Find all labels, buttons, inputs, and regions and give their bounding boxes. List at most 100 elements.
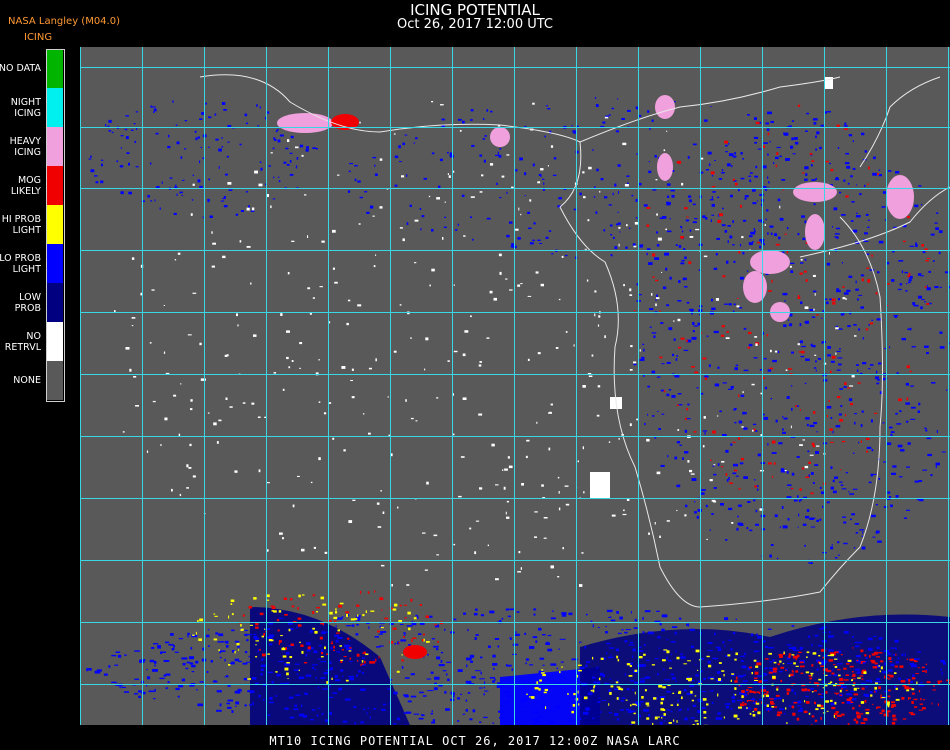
lo-prob-light-cell: [620, 709, 624, 711]
no-retrieval-cell: [654, 522, 656, 525]
lo-prob-light-cell: [873, 156, 876, 160]
no-retrieval-cell: [250, 282, 252, 285]
no-retrieval-cell: [591, 354, 594, 357]
lo-prob-light-cell: [776, 557, 779, 560]
lo-prob-light-cell: [347, 190, 351, 193]
lo-prob-light-cell: [856, 184, 858, 186]
lo-prob-light-cell: [652, 415, 655, 417]
lo-prob-light-cell: [786, 396, 790, 399]
lo-prob-light-cell: [431, 721, 436, 724]
lo-prob-light-cell: [759, 698, 762, 701]
no-retrieval-cell: [636, 418, 638, 421]
lo-prob-light-cell: [821, 317, 823, 319]
lo-prob-light-cell: [616, 223, 619, 226]
mog-likely-cell: [841, 440, 846, 443]
mog-likely-cell: [842, 286, 845, 288]
lo-prob-light-cell: [920, 204, 923, 206]
no-retrieval-block: [590, 472, 610, 498]
no-retrieval-cell: [218, 419, 222, 422]
no-retrieval-cell: [171, 488, 173, 492]
lo-prob-light-cell: [260, 673, 263, 676]
lo-prob-light-cell: [747, 270, 749, 272]
no-retrieval-cell: [785, 369, 788, 371]
lo-prob-light-cell: [852, 636, 854, 638]
lo-prob-light-cell: [933, 260, 935, 262]
mog-likely-cell: [734, 469, 738, 472]
lo-prob-light-cell: [329, 661, 332, 664]
no-retrieval-cell: [332, 267, 335, 270]
lo-prob-light-cell: [816, 131, 820, 135]
mog-likely-cell: [694, 371, 699, 374]
lo-prob-light-cell: [120, 191, 124, 195]
lo-prob-light-cell: [671, 195, 675, 198]
mog-likely-cell: [772, 668, 775, 671]
no-retrieval-cell: [222, 255, 226, 259]
lo-prob-light-cell: [416, 616, 419, 619]
lo-prob-light-cell: [742, 411, 746, 415]
mog-likely-cell: [852, 678, 856, 680]
lo-prob-light-cell: [259, 161, 262, 163]
lo-prob-light-cell: [314, 669, 317, 671]
mog-likely-cell: [375, 658, 377, 662]
no-retrieval-cell: [764, 224, 766, 226]
lo-prob-light-cell: [608, 114, 611, 116]
hi-prob-light-cell: [663, 713, 666, 716]
mog-likely-cell: [734, 680, 738, 683]
lo-prob-light-cell: [742, 251, 745, 255]
lo-prob-light-cell: [495, 154, 499, 156]
lo-prob-light-cell: [351, 624, 355, 627]
lo-prob-light-cell: [687, 623, 690, 627]
lo-prob-light-cell: [868, 368, 871, 370]
lo-prob-light-cell: [735, 618, 737, 620]
no-retrieval-cell: [375, 254, 377, 256]
lo-prob-light-cell: [711, 196, 713, 199]
icing-map[interactable]: [80, 47, 950, 725]
hi-prob-light-cell: [658, 716, 660, 718]
lo-prob-light-cell: [724, 645, 726, 647]
mog-likely-cell: [290, 643, 294, 646]
no-retrieval-cell: [774, 350, 778, 353]
lo-prob-light-cell: [306, 642, 311, 645]
lo-prob-light-cell: [791, 407, 793, 411]
mog-likely-cell: [861, 278, 864, 282]
no-retrieval-cell: [280, 313, 283, 316]
lo-prob-light-cell: [661, 413, 665, 415]
lo-prob-light-cell: [680, 708, 682, 711]
lo-prob-light-cell: [812, 345, 816, 348]
lo-prob-light-cell: [609, 224, 613, 227]
lo-prob-light-cell: [524, 172, 527, 176]
lo-prob-light-cell: [480, 614, 485, 617]
mog-likely-cell: [755, 121, 760, 125]
lo-prob-light-cell: [227, 141, 230, 143]
legend-label: LO PROB LIGHT: [0, 252, 41, 275]
no-retrieval-cell: [211, 265, 215, 268]
mog-likely-cell: [380, 609, 383, 611]
hi-prob-light-cell: [407, 611, 411, 615]
lo-prob-light-cell: [278, 617, 284, 619]
lo-prob-light-cell: [320, 677, 326, 679]
no-retrieval-cell: [555, 347, 559, 349]
mog-likely-cell: [829, 441, 834, 443]
no-retrieval-cell: [359, 121, 361, 124]
lo-prob-light-cell: [721, 169, 724, 172]
no-retrieval-cell: [447, 173, 449, 175]
mog-likely-cell: [913, 698, 918, 701]
lo-prob-light-cell: [818, 358, 822, 360]
lo-prob-light-cell: [178, 685, 184, 688]
lo-prob-light-cell: [815, 177, 817, 180]
lo-prob-light-cell: [529, 242, 534, 245]
no-retrieval-cell: [282, 388, 285, 391]
mog-likely-cell: [846, 698, 852, 701]
lo-prob-light-cell: [754, 141, 757, 144]
lo-prob-light-cell: [748, 175, 752, 177]
hi-prob-light-cell: [559, 671, 561, 674]
lo-prob-light-cell: [778, 236, 781, 240]
lo-prob-light-cell: [924, 300, 926, 303]
lo-prob-light-cell: [358, 670, 361, 673]
lo-prob-light-cell: [525, 662, 527, 665]
lo-prob-light-cell: [834, 557, 838, 559]
lo-prob-light-cell: [509, 221, 513, 224]
lo-prob-light-cell: [208, 116, 212, 119]
lo-prob-light-cell: [217, 641, 224, 643]
hi-prob-light-cell: [788, 674, 791, 677]
